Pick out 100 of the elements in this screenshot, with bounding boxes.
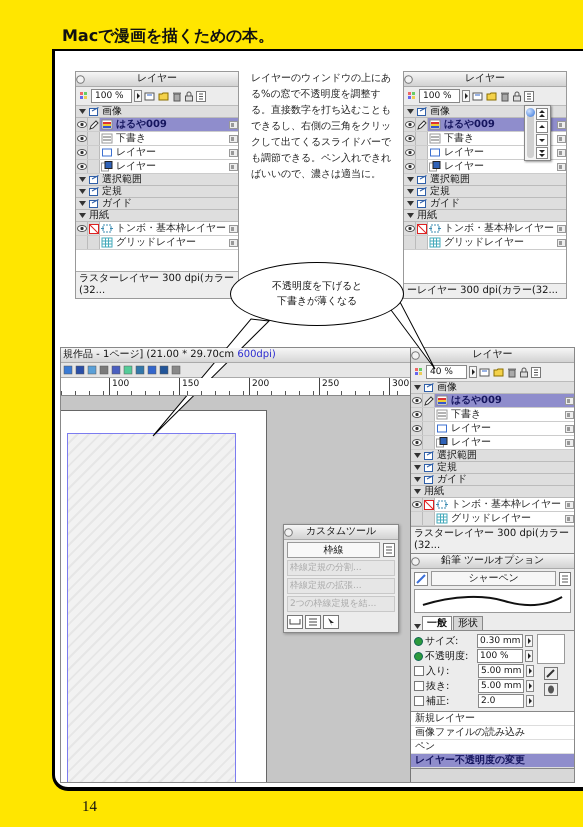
layer-property-icon[interactable] [229,134,238,142]
trash-icon[interactable] [507,366,517,378]
visibility-toggle[interactable] [411,422,423,435]
layer-folder-row[interactable]: 選択範囲 [404,174,566,186]
value-menu-arrow-icon[interactable] [526,695,534,707]
layer-property-icon[interactable] [557,134,566,142]
layer-row[interactable]: グリッドレイヤー [404,236,566,250]
layer-folder-row[interactable]: 選択範囲 [76,174,238,186]
tab[interactable]: 形状 [453,616,483,630]
layer-property-icon[interactable] [565,438,574,446]
layer-row[interactable]: はるや009 [76,118,238,132]
opacity-menu-arrow-icon[interactable] [462,90,470,102]
edit-state-toggle[interactable] [416,222,428,235]
window-close-button[interactable] [404,74,413,84]
opacity-field[interactable]: 100 % [419,89,460,103]
layer-property-icon[interactable] [557,162,566,170]
panel-menu-icon[interactable] [196,90,206,102]
visibility-toggle[interactable] [404,222,416,235]
layer-folder-row[interactable]: ガイド [76,198,238,210]
visibility-toggle[interactable] [411,498,423,511]
layer-row[interactable]: 下書き [76,132,238,146]
layer-folder-row[interactable]: ガイド [411,474,574,486]
checkbox[interactable] [414,696,424,706]
layer-property-icon[interactable] [565,424,574,432]
visibility-toggle[interactable] [76,146,88,159]
visibility-toggle[interactable] [404,146,416,159]
new-layer-icon[interactable] [144,90,156,102]
window-close-button[interactable] [411,556,420,566]
visibility-toggle[interactable] [411,436,423,449]
history-item[interactable]: レイヤー不透明度の変更 [411,754,574,768]
tab[interactable]: 一般 [422,616,452,630]
layer-folder-row[interactable]: ガイド [404,198,566,210]
history-item[interactable]: ペン [411,740,574,754]
layer-folder-row[interactable]: 定規 [411,462,574,474]
step-down-icon[interactable] [536,134,548,146]
panel-menu-icon[interactable] [531,366,541,378]
panel-menu-icon[interactable] [524,90,534,102]
layer-property-icon[interactable] [229,238,238,246]
value-field[interactable]: 5.00 mm [478,664,524,678]
lock-icon[interactable] [184,90,194,102]
visibility-toggle[interactable] [404,118,416,131]
step-top-icon[interactable] [536,108,548,120]
step-up-icon[interactable] [536,121,548,133]
layer-folder-row[interactable]: 画像 [76,106,238,118]
expand-triangle-icon[interactable] [414,384,421,391]
visibility-toggle[interactable] [76,160,88,173]
value-menu-arrow-icon[interactable] [525,635,533,647]
opacity-menu-arrow-icon[interactable] [134,90,142,102]
layer-row[interactable]: グリッドレイヤー [76,236,238,250]
layer-property-icon[interactable] [565,500,574,508]
opacity-field[interactable]: 40 % [426,365,467,379]
layer-property-icon[interactable] [557,120,566,128]
panel-menu-icon[interactable] [559,572,571,586]
value-field[interactable]: 5.00 mm [478,679,524,693]
layer-row[interactable]: レイヤー [76,146,238,160]
layout-icon[interactable] [287,615,303,629]
edit-state-toggle[interactable] [88,132,100,145]
visibility-toggle[interactable] [404,236,416,249]
folder-icon[interactable] [158,90,170,102]
edit-state-toggle[interactable] [88,118,100,131]
value-field[interactable]: 2.0 [478,694,524,708]
edit-state-toggle[interactable] [423,436,435,449]
edit-state-toggle[interactable] [423,394,435,407]
layer-row[interactable]: はるや009 [411,394,574,408]
visibility-toggle[interactable] [404,132,416,145]
lock-icon[interactable] [519,366,529,378]
edit-state-toggle[interactable] [416,132,428,145]
layer-folder-row[interactable]: 選択範囲 [411,450,574,462]
layer-row[interactable]: レイヤー [411,436,574,450]
edit-state-toggle[interactable] [416,160,428,173]
value-menu-arrow-icon[interactable] [526,680,534,692]
value-field[interactable]: 0.30 mm [477,634,523,648]
layer-property-icon[interactable] [565,410,574,418]
layer-folder-row[interactable]: 画像 [411,382,574,394]
layer-row[interactable]: トンボ・基本枠レイヤー [76,222,238,236]
new-layer-icon[interactable] [479,366,491,378]
layer-property-icon[interactable] [565,396,574,404]
window-close-button[interactable] [76,74,85,84]
value-menu-arrow-icon[interactable] [525,650,533,662]
preset-select[interactable]: 枠線 [287,542,380,558]
expand-triangle-icon[interactable] [79,108,86,115]
edit-state-toggle[interactable] [423,512,435,525]
visibility-toggle[interactable] [76,118,88,131]
visibility-toggle[interactable] [76,132,88,145]
layer-folder-row[interactable]: 定規 [404,186,566,198]
layer-property-icon[interactable] [557,148,566,156]
layer-property-icon[interactable] [229,148,238,156]
folder-icon[interactable] [493,366,505,378]
layer-row[interactable]: グリッドレイヤー [411,512,574,526]
folder-icon[interactable] [486,90,498,102]
trash-icon[interactable] [500,90,510,102]
layer-folder-row[interactable]: 用紙 [404,210,566,222]
value-field[interactable]: 100 % [477,649,523,663]
list-icon[interactable] [305,615,321,629]
edit-state-toggle[interactable] [416,146,428,159]
layer-folder-row[interactable]: 定規 [76,186,238,198]
layer-property-icon[interactable] [229,120,238,128]
layer-folder-row[interactable]: 用紙 [76,210,238,222]
edit-state-toggle[interactable] [88,160,100,173]
layer-row[interactable]: レイヤー [411,422,574,436]
